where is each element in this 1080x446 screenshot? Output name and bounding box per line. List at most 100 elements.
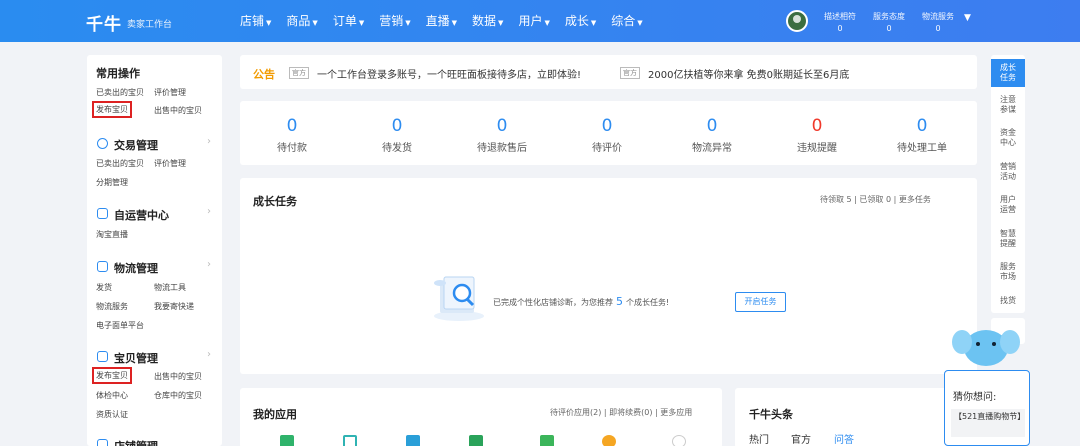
bag-icon: [97, 351, 108, 362]
mascot-icon[interactable]: [950, 322, 1022, 374]
store-icon: [97, 439, 108, 446]
news-title: 千牛头条: [749, 408, 793, 421]
official-badge: 官方: [289, 67, 309, 79]
order-stats-panel: 0 待付款 0 待发货 0 待退款售后 0 待评价 0 物流异常 0 违规提醒 0 待处理工单: [240, 101, 977, 165]
tab-official[interactable]: 官方: [791, 431, 811, 446]
rating-description[interactable]: 描述相符 0: [820, 11, 860, 35]
goods-manage-title[interactable]: 宝贝管理: [114, 350, 158, 366]
link-taobao-live[interactable]: 淘宝直播: [96, 229, 128, 240]
stat-pending-payment[interactable]: 0 待付款: [242, 116, 342, 154]
logistics-icon: [97, 261, 108, 272]
chevron-right-icon: ›: [207, 349, 211, 360]
stat-pending-tickets[interactable]: 0 待处理工单: [872, 116, 972, 154]
chevron-down-icon: ▼: [358, 19, 365, 27]
stat-violation-alert[interactable]: 0 违规提醒: [767, 116, 867, 154]
nav-growth[interactable]: 成长 ▼: [565, 12, 596, 29]
notice-link[interactable]: 2000亿扶植等你来拿 免费0账期延长至6月底: [648, 66, 849, 81]
chevron-down-icon: ▼: [405, 19, 411, 27]
link-on-sale-items[interactable]: 出售中的宝贝: [154, 371, 202, 382]
apps-links[interactable]: 待评价应用(2) | 即将续费(0) | 更多应用: [550, 407, 692, 418]
assistant-title: 猜你想问:: [953, 392, 997, 403]
nav-marketing[interactable]: 营销 ▼: [379, 12, 410, 29]
nav-data[interactable]: 数据 ▼: [472, 12, 503, 29]
chevron-down-icon: ▼: [312, 19, 318, 27]
stat-pending-refund[interactable]: 0 待退款售后: [452, 116, 552, 154]
rightbar-advisor[interactable]: 注意 参谋: [991, 95, 1025, 115]
link-sold-items[interactable]: 已卖出的宝贝: [96, 158, 144, 169]
brand-logo: 千牛: [86, 15, 122, 35]
caret-down-icon[interactable]: ▼: [964, 13, 971, 23]
growth-title: 成长任务: [253, 195, 297, 208]
diagnosis-illustration-icon: [434, 276, 484, 321]
rating-logistics[interactable]: 物流服务 0: [918, 11, 958, 35]
qianniu-news-panel: 千牛头条 热门 官方 问答: [735, 388, 977, 446]
link-ship[interactable]: 发货: [96, 282, 112, 293]
main-nav: 店铺 ▼ 商品 ▼ 订单 ▼ 营销 ▼ 直播 ▼ 数据 ▼ 用户 ▼ 成长 ▼ 综合 ▼: [240, 12, 658, 29]
growth-empty-message: 已完成个性化店铺诊断，为您推荐 5 个成长任务!: [493, 295, 670, 308]
official-badge: 官方: [620, 67, 640, 79]
link-sold-items[interactable]: 已卖出的宝贝: [96, 87, 144, 98]
app-icon[interactable]: [672, 435, 686, 446]
link-review-manage[interactable]: 评价管理: [154, 158, 186, 169]
stat-pending-shipment[interactable]: 0 待发货: [347, 116, 447, 154]
nav-live[interactable]: 直播 ▼: [426, 12, 457, 29]
logistics-manage-title[interactable]: 物流管理: [114, 260, 158, 276]
tab-qa[interactable]: 问答: [834, 431, 854, 446]
link-review-manage[interactable]: 评价管理: [154, 87, 186, 98]
nav-users[interactable]: 用户 ▼: [518, 12, 549, 29]
app-icon[interactable]: [343, 435, 357, 446]
growth-task-links[interactable]: 待领取 5 | 已领取 0 | 更多任务: [820, 194, 931, 205]
link-installment-manage[interactable]: 分期管理: [96, 177, 128, 188]
my-apps-panel: 我的应用 待评价应用(2) | 即将续费(0) | 更多应用: [240, 388, 722, 446]
assistant-panel: 猜你想问: 【521直播购物节】: [944, 370, 1030, 446]
link-e-waybill[interactable]: 电子面单平台: [96, 320, 144, 331]
tab-hot[interactable]: 热门: [749, 431, 769, 446]
left-sidebar: 常用操作 已卖出的宝贝 评价管理 发布宝贝 出售中的宝贝 交易管理 › 已卖出的…: [87, 55, 222, 446]
nav-orders[interactable]: 订单 ▼: [333, 12, 364, 29]
start-task-button[interactable]: 开启任务: [735, 292, 786, 312]
rightbar-growth-tasks[interactable]: 成长 任务: [991, 59, 1025, 87]
chat-icon: [97, 208, 108, 219]
shop-avatar[interactable]: [786, 10, 808, 32]
rating-service[interactable]: 服务态度 0: [869, 11, 909, 35]
notice-link[interactable]: 一个工作台登录多账号，一个旺旺面板接待多店，立即体验!: [317, 66, 581, 81]
stat-pending-review[interactable]: 0 待评价: [557, 116, 657, 154]
chevron-down-icon: ▼: [590, 19, 597, 27]
link-send-express[interactable]: 我要寄快递: [154, 301, 194, 312]
self-ops-title[interactable]: 自运营中心: [114, 207, 169, 223]
link-publish-item[interactable]: 发布宝贝: [92, 101, 132, 118]
rightbar-smart-alert[interactable]: 智慧 提醒: [991, 229, 1025, 249]
rightbar-service-market[interactable]: 服务 市场: [991, 262, 1025, 282]
link-publish-item[interactable]: 发布宝贝: [92, 367, 132, 384]
rightbar-user-ops[interactable]: 用户 运营: [991, 195, 1025, 215]
link-health-center[interactable]: 体检中心: [96, 390, 128, 401]
nav-store[interactable]: 店铺 ▼: [240, 12, 271, 29]
app-icon[interactable]: [406, 435, 420, 446]
trade-manage-title[interactable]: 交易管理: [114, 137, 158, 153]
store-manage-title[interactable]: 店铺管理: [114, 438, 158, 446]
stat-logistics-exception[interactable]: 0 物流异常: [662, 116, 762, 154]
app-icon[interactable]: [602, 435, 616, 446]
nav-general[interactable]: 综合 ▼: [611, 12, 642, 29]
right-sidebar: 成长 任务 注意 参谋 资金 中心 营销 活动 用户 运营 智慧 提醒 服务 市场 找货: [991, 55, 1025, 313]
rightbar-find-goods[interactable]: 找货: [991, 296, 1025, 306]
link-logistics-tools[interactable]: 物流工具: [154, 282, 186, 293]
app-icon[interactable]: [540, 435, 554, 446]
brand-subtitle: 卖家工作台: [127, 20, 173, 30]
assistant-question[interactable]: 【521直播购物节】: [951, 409, 1025, 437]
rightbar-marketing[interactable]: 营销 活动: [991, 162, 1025, 182]
app-icon[interactable]: [280, 435, 294, 446]
chevron-down-icon: ▼: [637, 19, 643, 27]
rightbar-funds[interactable]: 资金 中心: [991, 128, 1025, 148]
chevron-down-icon: ▼: [498, 19, 504, 27]
trade-icon: [97, 138, 108, 149]
link-qualification[interactable]: 资质认证: [96, 409, 128, 420]
app-icon[interactable]: [469, 435, 483, 446]
notice-bar: 公告 官方 一个工作台登录多账号，一个旺旺面板接待多店，立即体验! 官方 200…: [240, 55, 977, 89]
nav-goods[interactable]: 商品 ▼: [286, 12, 317, 29]
notice-title: 公告: [253, 68, 275, 81]
link-logistics-service[interactable]: 物流服务: [96, 301, 128, 312]
link-warehouse-items[interactable]: 仓库中的宝贝: [154, 390, 202, 401]
chevron-right-icon: ›: [207, 206, 211, 217]
link-on-sale-items[interactable]: 出售中的宝贝: [154, 105, 202, 116]
